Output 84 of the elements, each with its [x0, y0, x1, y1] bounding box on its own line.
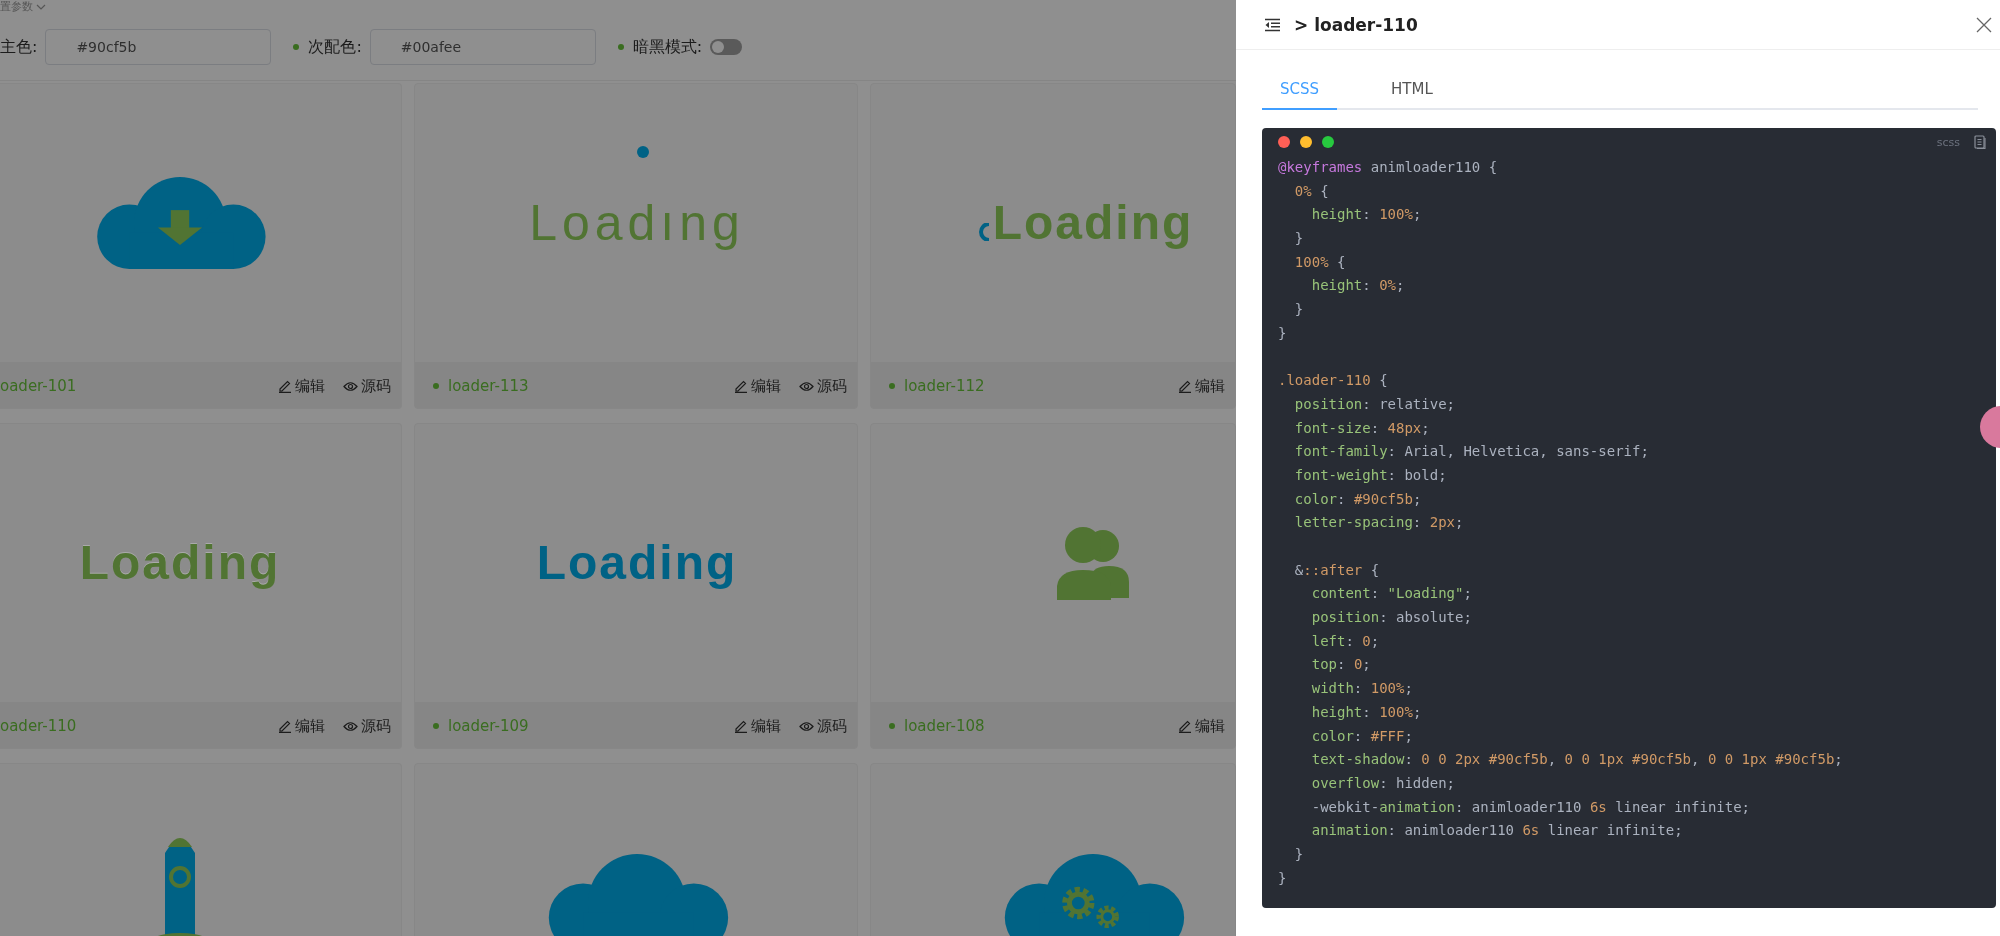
source-link[interactable]: 源码 [343, 376, 391, 396]
status-dot [889, 383, 895, 389]
loader-name: oader-101 [0, 377, 77, 395]
code-line: color: #FFF; [1310, 726, 1414, 746]
edit-link[interactable]: 编辑 [734, 376, 781, 396]
pencil-icon [734, 379, 748, 393]
code-line: letter-spacing: 2px; [1293, 513, 1465, 533]
drawer-title: > loader-110 [1294, 14, 1418, 35]
pencil-icon [1178, 719, 1192, 733]
code-line: position: relative; [1293, 394, 1456, 414]
code-line: } [1293, 300, 1305, 320]
code-line: font-weight: bold; [1293, 465, 1448, 485]
eye-icon [799, 720, 814, 732]
menu-fold-icon[interactable] [1264, 17, 1281, 32]
code-line: height: 0%; [1310, 276, 1406, 296]
setting-label: 主色: [0, 36, 38, 58]
close-icon[interactable] [1976, 16, 1992, 33]
eye-icon [799, 380, 814, 392]
code-line: font-size: 48px; [1293, 418, 1431, 438]
source-link[interactable]: 源码 [343, 716, 391, 736]
pencil-icon [734, 719, 748, 733]
code-line: color: #90cf5b; [1293, 489, 1423, 509]
code-line: -webkit-animation: animloader110 6s linear infinite; [1310, 797, 1752, 817]
spinner-arc-icon [978, 223, 991, 241]
status-dot [293, 44, 300, 50]
code-line: top: 0; [1310, 655, 1372, 675]
loader-name: loader-109 [448, 717, 529, 735]
window-dot [1300, 136, 1312, 148]
color-input[interactable]: #00afee [369, 29, 596, 65]
copy-icon[interactable] [1974, 135, 1986, 149]
code-line: height: 100%; [1310, 205, 1423, 225]
code-line: } [1278, 323, 1288, 343]
loader-text: Loading [79, 539, 281, 587]
window-dot [1322, 136, 1334, 148]
status-dot [433, 383, 439, 389]
pencil-icon [278, 719, 292, 733]
code-line: left: 0; [1310, 631, 1381, 651]
code-tab[interactable]: HTML [1373, 72, 1451, 110]
loader-name: loader-112 [904, 377, 985, 395]
language-label: scss [1936, 135, 1960, 149]
eye-icon [343, 720, 358, 732]
code-line: overflow: hidden; [1310, 773, 1456, 793]
setting-label: 暗黑模式: [632, 36, 703, 58]
code-line: animation: animloader110 6s linear infinite; [1310, 821, 1684, 841]
users-icon [1057, 526, 1129, 600]
code-line: content: "Loading"; [1310, 584, 1473, 604]
code-tab[interactable]: SCSS [1262, 72, 1338, 110]
code-line: 0% { [1293, 181, 1330, 201]
bouncing-dot [637, 146, 650, 158]
code-line: } [1278, 868, 1288, 888]
loader-text: Loading [992, 199, 1194, 247]
loader-name: loader-113 [448, 377, 529, 395]
code-line: } [1293, 229, 1305, 249]
code-line: height: 100%; [1310, 702, 1423, 722]
edit-link[interactable]: 编辑 [734, 716, 781, 736]
loader-text: Loading [536, 539, 738, 587]
pencil-icon [278, 379, 292, 393]
source-link[interactable]: 源码 [799, 716, 847, 736]
code-line: .loader-110 { [1278, 371, 1389, 391]
code-line: 100% { [1293, 252, 1347, 272]
window-dot [1278, 136, 1290, 148]
edit-link[interactable]: 编辑 [278, 716, 325, 736]
loader-name: loader-108 [904, 717, 985, 735]
status-dot [617, 44, 624, 50]
setting-label: 次配色: [308, 36, 362, 58]
eye-icon [343, 380, 358, 392]
code-line: font-family: Arial, Helvetica, sans-serif; [1293, 442, 1650, 462]
color-input[interactable]: #90cf5b [45, 29, 272, 65]
code-line: } [1293, 844, 1305, 864]
edit-link[interactable]: 编辑 [278, 376, 325, 396]
source-link[interactable]: 源码 [799, 376, 847, 396]
status-dot [433, 723, 439, 729]
dark-mode-switch[interactable] [710, 39, 743, 55]
edit-link[interactable]: 编辑 [1178, 376, 1225, 396]
loader-text: Loadıng [529, 198, 745, 248]
status-dot [889, 723, 895, 729]
code-line: &::after { [1293, 560, 1381, 580]
loader-name: oader-110 [0, 717, 77, 735]
edit-link[interactable]: 编辑 [1178, 716, 1225, 736]
pencil-icon [1178, 379, 1192, 393]
code-line: @keyframes animloader110 { [1278, 158, 1499, 177]
code-line: position: absolute; [1310, 608, 1473, 628]
code-line: width: 100%; [1310, 679, 1414, 699]
code-line: text-shadow: 0 0 2px #90cf5b, 0 0 1px #90cf5b, 0 0 1px #90cf5b; [1310, 750, 1844, 770]
